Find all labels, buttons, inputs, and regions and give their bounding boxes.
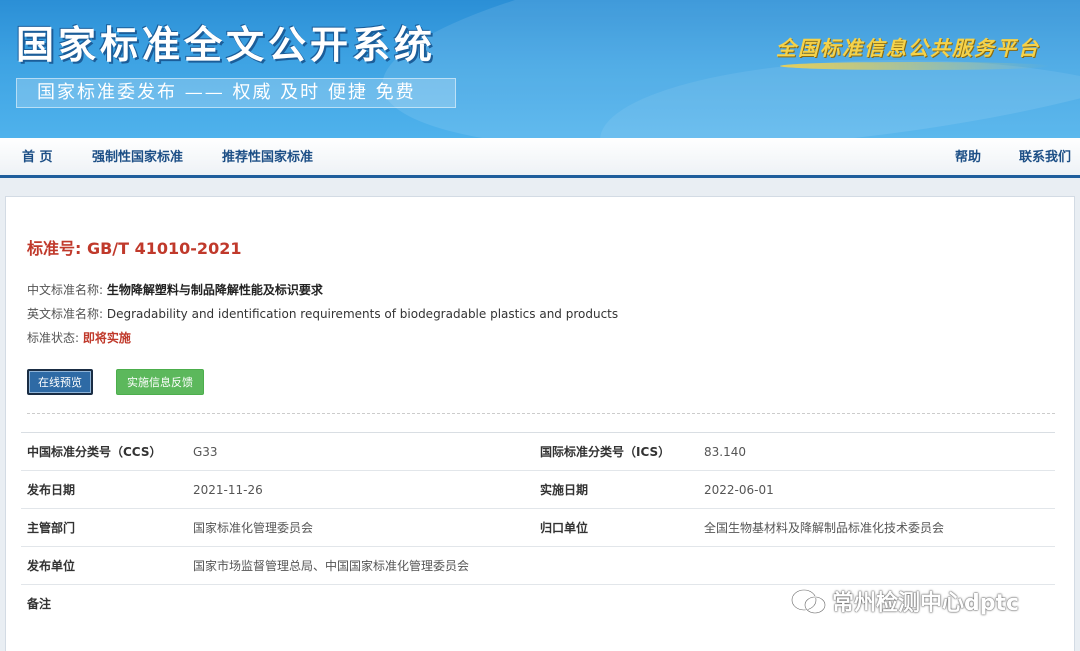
en-name-value: Degradability and identification require… [106,307,619,321]
divider [27,413,1055,414]
ics-value: 83.140 [704,432,1055,471]
header-banner: 国家标准全文公开系统 国家标准委发布 —— 权威 及时 便捷 免费 全国标准信息… [0,0,1080,138]
nav-help[interactable]: 帮助 [955,138,981,178]
feedback-button[interactable]: 实施信息反馈 [116,369,204,395]
ccs-label: 中国标准分类号（CCS） [21,432,193,471]
publish-date-label: 发布日期 [21,470,193,509]
ics-label: 国际标准分类号（ICS） [534,432,704,471]
nav-mandatory-standards[interactable]: 强制性国家标准 [92,138,183,178]
publish-date-value: 2021-11-26 [193,470,534,509]
cn-name-value: 生物降解塑料与制品降解性能及标识要求 [106,283,323,297]
nav-contact[interactable]: 联系我们 [1019,138,1071,178]
nav-recommended-standards[interactable]: 推荐性国家标准 [222,138,313,178]
site-slogan: 国家标准委发布 —— 权威 及时 便捷 免费 [16,78,456,108]
impl-date-label: 实施日期 [534,470,704,509]
status-label: 标准状态: [27,331,83,345]
dept-value: 国家标准化管理委员会 [193,508,534,547]
platform-logo-text: 全国标准信息公共服务平台 [776,36,1040,60]
central-unit-label: 归口单位 [534,508,704,547]
remark-label: 备注 [21,584,193,623]
impl-date-value: 2022-06-01 [704,470,1055,509]
table-row: 中国标准分类号（CCS） G33 国际标准分类号（ICS） 83.140 [21,432,1055,471]
cn-name-label: 中文标准名称: [27,283,107,297]
ccs-value: G33 [193,432,534,471]
status-value: 即将实施 [82,331,131,345]
issuer-label: 发布单位 [21,546,193,585]
standard-number: 标准号: GB/T 41010-2021 [27,239,242,258]
online-preview-button[interactable]: 在线预览 [27,369,93,395]
dept-label: 主管部门 [21,508,193,547]
site-title: 国家标准全文公开系统 [16,23,437,67]
en-name-label: 英文标准名称: [27,307,107,321]
cn-name-row: 中文标准名称: 生物降解塑料与制品降解性能及标识要求 [27,281,323,298]
nav-home[interactable]: 首 页 [22,138,53,178]
table-row: 发布单位 国家市场监督管理总局、中国国家标准化管理委员会 [21,546,1055,585]
issuer-value: 国家市场监督管理总局、中国国家标准化管理委员会 [193,546,1055,585]
watermark-text: 常州检测中心dptc [832,591,1020,616]
central-unit-value: 全国生物基材料及降解制品标准化技术委员会 [704,508,1055,547]
standard-detail-panel: 标准号: GB/T 41010-2021 中文标准名称: 生物降解塑料与制品降解… [5,196,1075,651]
platform-underline [780,62,1050,70]
status-row: 标准状态: 即将实施 [27,329,131,346]
table-row: 发布日期 2021-11-26 实施日期 2022-06-01 [21,470,1055,509]
en-name-row: 英文标准名称: Degradability and identification… [27,305,618,322]
main-nav: 首 页 强制性国家标准 推荐性国家标准 帮助 联系我们 [0,138,1080,178]
wechat-icon [791,589,826,614]
table-row: 主管部门 国家标准化管理委员会 归口单位 全国生物基材料及降解制品标准化技术委员… [21,508,1055,547]
